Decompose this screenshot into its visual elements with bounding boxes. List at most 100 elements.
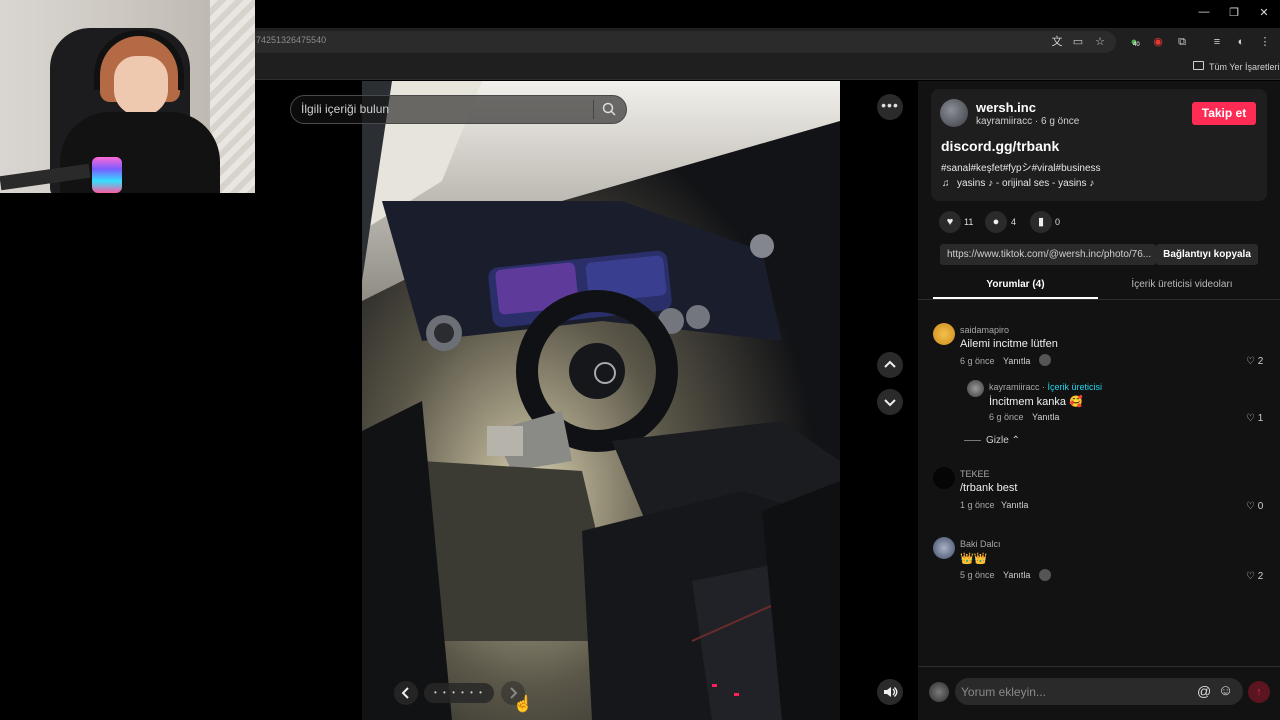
all-bookmarks-button[interactable]: Tüm Yer İşaretleri	[1209, 62, 1280, 72]
previous-image-button[interactable]	[394, 681, 418, 705]
cast-icon[interactable]: ▭	[1071, 35, 1085, 49]
more-options-button[interactable]: •••	[877, 94, 903, 120]
search-placeholder: İlgili içeriği bulun	[301, 102, 390, 116]
tab-comments[interactable]: Yorumlar (4)	[933, 279, 1098, 290]
like-count: 11	[964, 217, 974, 227]
emoji-icon[interactable]: ☺	[1218, 682, 1233, 699]
hide-label: Gizle	[986, 435, 1009, 446]
restore-button[interactable]: ❐	[1224, 6, 1244, 19]
profile-avatar-icon[interactable]: ◐	[1234, 35, 1248, 49]
translate-icon[interactable]: 文	[1050, 35, 1064, 49]
heart-outline-icon: ♡	[1246, 571, 1255, 582]
creator-tag: İçerik üreticisi	[1047, 382, 1103, 392]
hide-replies-button[interactable]: Gizle ⌃	[986, 435, 1020, 446]
hand-cursor-icon: ☝	[513, 696, 533, 713]
extensions-puzzle-icon[interactable]: ⧉	[1175, 35, 1189, 49]
chevron-up-icon	[884, 360, 896, 368]
search-divider	[593, 100, 594, 119]
heart-outline-icon: ♡	[1246, 356, 1255, 367]
reply-like-count: 1	[1257, 413, 1264, 424]
send-comment-button[interactable]: ↑	[1248, 681, 1270, 703]
chevron-left-icon	[401, 687, 409, 699]
reply-button[interactable]: Yanıtla	[1003, 570, 1030, 580]
browser-menu-icon[interactable]: ⋮	[1258, 35, 1272, 49]
commenter-avatar[interactable]	[933, 467, 955, 489]
rgb-speaker	[92, 157, 122, 193]
hide-replies-line	[964, 440, 981, 441]
sound-toggle-button[interactable]	[877, 679, 903, 705]
comment-text: Ailemi incitme lütfen	[960, 338, 1058, 350]
comment-text: /trbank best	[960, 482, 1018, 494]
post-photo[interactable]	[362, 81, 840, 720]
post-title: discord.gg/trbank	[941, 138, 1060, 154]
comment-time: 5 g önce	[960, 570, 995, 580]
comment-button[interactable]: ●	[985, 211, 1007, 233]
like-button[interactable]: ♥	[939, 211, 961, 233]
music-link[interactable]: yasins ♪ - orijinal ses - yasins ♪	[957, 178, 1094, 189]
author-name[interactable]: wersh.inc	[976, 100, 1036, 115]
commenter-avatar[interactable]	[933, 323, 955, 345]
comment-count: 4	[1011, 217, 1017, 227]
reply-time: 6 g önce	[989, 412, 1024, 422]
heart-outline-icon: ♡	[1246, 501, 1255, 512]
mention-icon[interactable]: @	[1197, 683, 1211, 699]
comment-bubble-icon: ●	[992, 216, 1000, 228]
car-interior-image	[362, 81, 840, 720]
comment-text: 👑👑	[960, 553, 988, 565]
streamer-body	[60, 112, 220, 193]
reply-button[interactable]: Yanıtla	[1003, 356, 1030, 366]
author-avatar[interactable]	[940, 99, 968, 127]
creator-liked-avatar	[1039, 354, 1051, 366]
arrow-up-icon: ↑	[1256, 686, 1262, 698]
bookmark-star-icon[interactable]: ☆	[1093, 35, 1107, 49]
address-bar[interactable]	[240, 31, 1116, 53]
previous-video-button[interactable]	[877, 352, 903, 378]
close-window-button[interactable]: ✕	[1254, 6, 1274, 19]
search-icon[interactable]	[601, 101, 617, 117]
minimize-button[interactable]: —	[1194, 6, 1214, 18]
reply-username[interactable]: kayramiiracc	[989, 382, 1040, 392]
reply-separator: ·	[1039, 382, 1048, 392]
comment-like-count: 2	[1257, 571, 1264, 582]
heart-icon: ♥	[946, 216, 954, 228]
share-link-text: https://www.tiktok.com/@wersh.inc/photo/…	[947, 249, 1151, 260]
comment-like-count: 2	[1257, 356, 1264, 367]
reply-button[interactable]: Yanıtla	[1001, 500, 1028, 510]
reply-reply-button[interactable]: Yanıtla	[1032, 412, 1059, 422]
save-count: 0	[1055, 217, 1061, 227]
folder-icon	[1193, 61, 1204, 70]
comment-time: 6 g önce	[960, 356, 995, 366]
reply-text: İncitmem kanka 🥰	[989, 396, 1083, 408]
comment-like-button[interactable]: ♡ 0	[1246, 501, 1263, 512]
tabs-divider	[918, 299, 1280, 300]
record-extension-icon[interactable]: ◉	[1151, 35, 1165, 49]
volume-icon	[884, 687, 898, 697]
media-controls-icon[interactable]: ≡	[1210, 35, 1224, 49]
tab-creator-videos[interactable]: İçerik üreticisi videoları	[1100, 279, 1264, 290]
music-note-icon: ♫	[942, 178, 950, 189]
commenter-avatar[interactable]	[933, 537, 955, 559]
save-button[interactable]: ▮	[1030, 211, 1052, 233]
comment-like-count: 0	[1257, 501, 1264, 512]
composer-divider	[918, 666, 1280, 667]
comment-username[interactable]: saidamapiro	[960, 325, 1009, 335]
comment-like-button[interactable]: ♡ 2	[1246, 356, 1263, 367]
author-subtitle: kayramiiracc · 6 g önce	[976, 116, 1080, 127]
chevron-down-icon	[884, 399, 896, 407]
post-hashtags[interactable]: #sanal#keşfet#fypシ#viral#business	[941, 159, 1101, 174]
follow-button[interactable]: Takip et	[1192, 102, 1256, 125]
extension-badge-count: 40	[1133, 42, 1140, 48]
creator-liked-avatar	[1039, 569, 1051, 581]
next-video-button[interactable]	[877, 389, 903, 415]
url-text[interactable]: 74251326475540	[256, 35, 326, 45]
image-pagination-dots[interactable]: • • • • • •	[424, 683, 494, 703]
my-avatar	[929, 682, 949, 702]
comment-time: 1 g önce	[960, 500, 995, 510]
comment-like-button[interactable]: ♡ 2	[1246, 571, 1263, 582]
comment-username[interactable]: Baki Dalcı	[960, 539, 1001, 549]
copy-link-button[interactable]: Bağlantıyı kopyala	[1156, 244, 1258, 265]
reply-avatar[interactable]	[967, 380, 984, 397]
comment-username[interactable]: TEKEE	[960, 469, 990, 479]
reply-like-button[interactable]: ♡ 1	[1246, 413, 1263, 424]
bookmark-icon: ▮	[1037, 216, 1045, 228]
